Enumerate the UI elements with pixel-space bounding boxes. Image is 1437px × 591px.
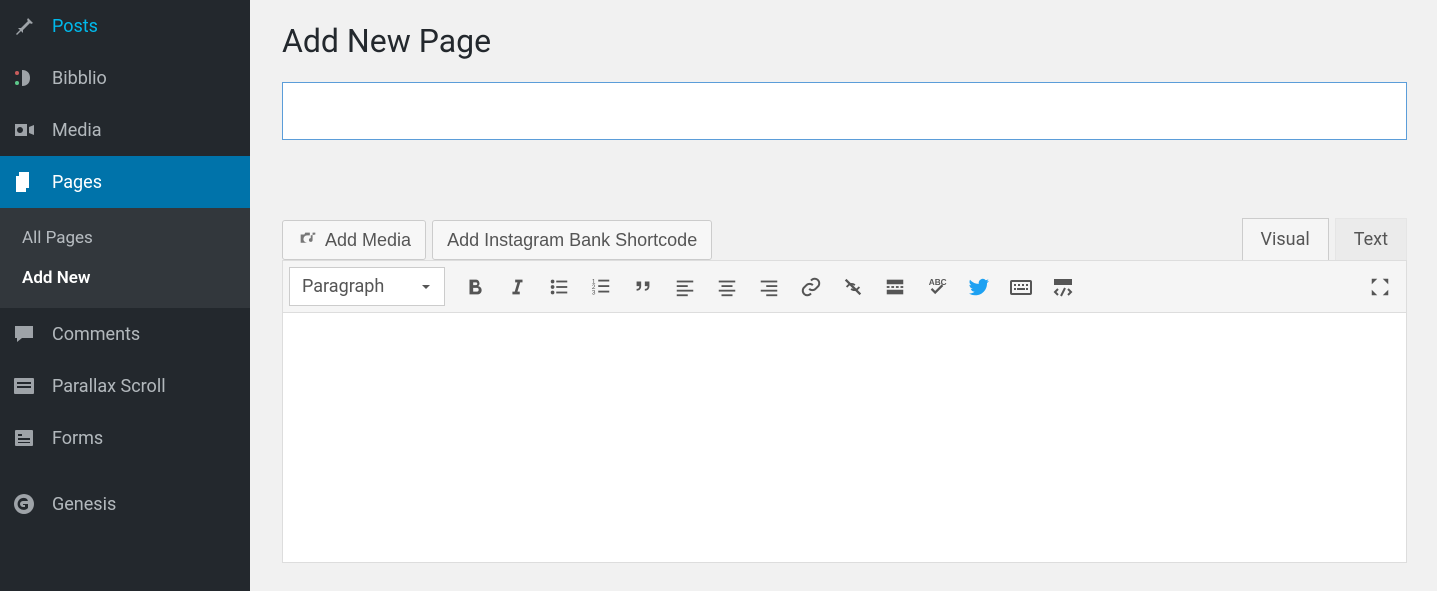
- sidebar-item-label: Media: [52, 120, 102, 141]
- page-title: Add New Page: [282, 22, 1407, 60]
- editor-toolbar: Paragraph 123 ABC: [282, 260, 1407, 313]
- tab-visual[interactable]: Visual: [1242, 218, 1329, 260]
- sidebar-item-label: Posts: [52, 16, 98, 37]
- main-content: Add New Page Add Media Add Instagram Ban…: [250, 0, 1437, 591]
- sidebar-item-parallax[interactable]: Parallax Scroll: [0, 360, 250, 412]
- numbered-list-button[interactable]: 123: [581, 269, 621, 305]
- sidebar-submenu-pages: All Pages Add New: [0, 208, 250, 308]
- align-left-button[interactable]: [665, 269, 705, 305]
- sidebar-item-comments[interactable]: Comments: [0, 308, 250, 360]
- blockquote-button[interactable]: [623, 269, 663, 305]
- admin-sidebar: Posts Bibblio Media Pages All Pages Add …: [0, 0, 250, 591]
- submenu-item-add-new[interactable]: Add New: [0, 258, 250, 298]
- submenu-item-all-pages[interactable]: All Pages: [0, 218, 250, 258]
- sidebar-item-label: Comments: [52, 324, 140, 345]
- sidebar-item-label: Forms: [52, 428, 103, 449]
- button-label: Add Media: [325, 230, 411, 251]
- pin-icon: [10, 12, 38, 40]
- svg-text:ABC: ABC: [929, 278, 947, 287]
- page-title-input[interactable]: [282, 82, 1407, 140]
- align-center-button[interactable]: [707, 269, 747, 305]
- sidebar-item-label: Pages: [52, 172, 102, 193]
- media-icon: [10, 116, 38, 144]
- chevron-down-icon: [420, 281, 432, 293]
- parallax-icon: [10, 372, 38, 400]
- format-select[interactable]: Paragraph: [289, 267, 445, 306]
- editor-content-area[interactable]: [282, 313, 1407, 563]
- fullscreen-button[interactable]: [1360, 269, 1400, 305]
- link-button[interactable]: [791, 269, 831, 305]
- sidebar-item-media[interactable]: Media: [0, 104, 250, 156]
- sidebar-item-genesis[interactable]: Genesis: [0, 478, 250, 530]
- camera-music-icon: [297, 229, 319, 251]
- sidebar-item-pages[interactable]: Pages: [0, 156, 250, 208]
- bullet-list-button[interactable]: [539, 269, 579, 305]
- unlink-button[interactable]: [833, 269, 873, 305]
- sidebar-item-label: Genesis: [52, 494, 116, 515]
- sidebar-item-forms[interactable]: Forms: [0, 412, 250, 464]
- align-right-button[interactable]: [749, 269, 789, 305]
- add-media-button[interactable]: Add Media: [282, 220, 426, 260]
- svg-text:3: 3: [592, 289, 596, 296]
- sidebar-item-posts[interactable]: Posts: [0, 0, 250, 52]
- twitter-button[interactable]: [959, 269, 999, 305]
- sidebar-item-bibblio[interactable]: Bibblio: [0, 52, 250, 104]
- sidebar-item-label: Parallax Scroll: [52, 376, 166, 397]
- bold-button[interactable]: [455, 269, 495, 305]
- add-instagram-shortcode-button[interactable]: Add Instagram Bank Shortcode: [432, 220, 712, 260]
- code-button[interactable]: [1043, 269, 1083, 305]
- sidebar-item-label: Bibblio: [52, 68, 107, 89]
- tab-text[interactable]: Text: [1335, 218, 1407, 260]
- forms-icon: [10, 424, 38, 452]
- pages-icon: [10, 168, 38, 196]
- read-more-button[interactable]: [875, 269, 915, 305]
- italic-button[interactable]: [497, 269, 537, 305]
- keyboard-button[interactable]: [1001, 269, 1041, 305]
- genesis-icon: [10, 490, 38, 518]
- button-label: Add Instagram Bank Shortcode: [447, 230, 697, 251]
- comment-icon: [10, 320, 38, 348]
- spellcheck-button[interactable]: ABC: [917, 269, 957, 305]
- format-select-label: Paragraph: [302, 276, 384, 297]
- bibblio-icon: [10, 64, 38, 92]
